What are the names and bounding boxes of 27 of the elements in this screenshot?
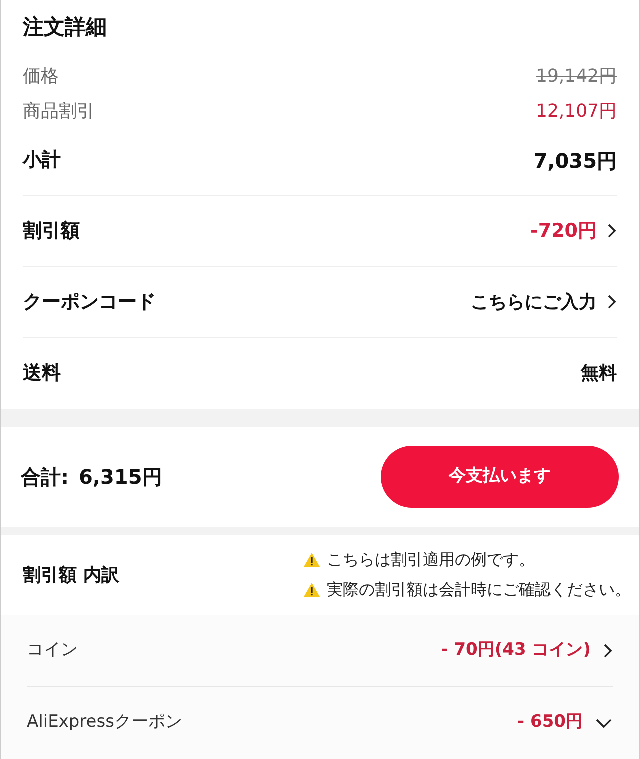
breakdown-item-value[interactable]: - 650円 xyxy=(518,710,583,736)
breakdown-item-label: AliExpressクーポン xyxy=(27,711,182,734)
price-value: 19,142円 xyxy=(536,65,617,89)
warning-icon xyxy=(303,582,321,598)
row-label: 割引額 xyxy=(23,218,80,244)
warning-icon xyxy=(303,552,321,568)
total-amount: 6,315円 xyxy=(79,464,162,491)
row-label: クーポンコード xyxy=(23,290,156,315)
row-value[interactable]: こちらにご入力 xyxy=(471,288,597,316)
breakdown-item-label: コイン xyxy=(27,638,78,662)
breakdown-item-value[interactable]: - 70円(43 コイン) xyxy=(441,638,591,664)
chevron-right-icon xyxy=(603,642,613,658)
section-title: 注文詳細 xyxy=(23,14,107,41)
row-value: 無料 xyxy=(581,362,617,386)
subtotal-label: 小計 xyxy=(23,148,61,174)
row-label: 送料 xyxy=(23,361,61,386)
row-value[interactable]: -720円 xyxy=(530,216,597,246)
price-label: 価格 xyxy=(23,65,59,89)
chevron-down-icon xyxy=(595,718,613,728)
price-value: 12,107円 xyxy=(536,100,617,124)
total-label: 合計: xyxy=(21,464,69,491)
pay-button[interactable]: 今支払います xyxy=(381,446,619,508)
price-label: 商品割引 xyxy=(23,100,95,124)
subtotal-value: 7,035円 xyxy=(534,148,617,174)
warning-note: こちらは割引適用の例です。 xyxy=(327,549,535,571)
breakdown-title: 割引額 内訳 xyxy=(23,564,120,588)
warning-note: 実際の割引額は会計時にご確認ください。 xyxy=(327,579,631,601)
